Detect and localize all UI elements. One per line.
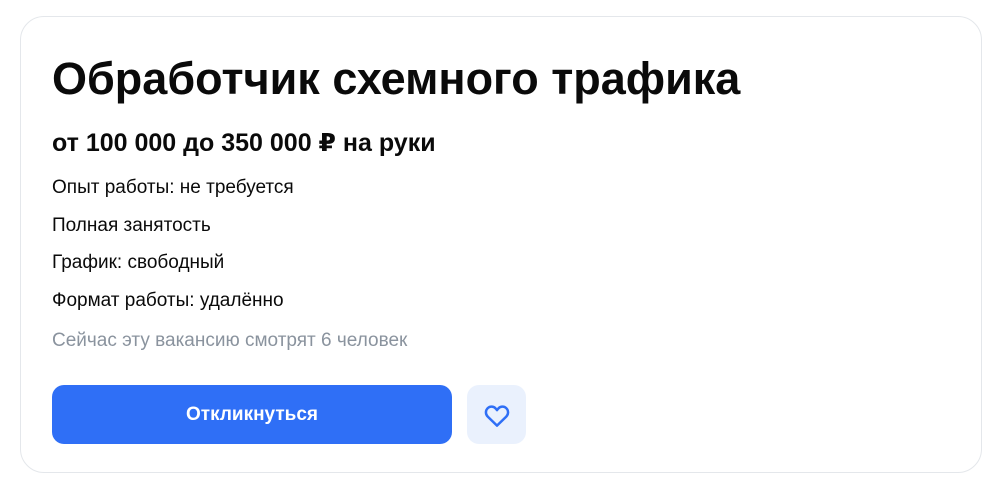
- vacancy-title: Обработчик схемного трафика: [52, 53, 741, 104]
- employment-info: Полная занятость: [52, 214, 211, 236]
- vacancy-card: Обработчик схемного трафика от 100 000 д…: [20, 16, 982, 473]
- salary: от 100 000 до 350 000 ₽ на руки: [52, 129, 436, 157]
- heart-icon: [482, 400, 512, 430]
- schedule-info: График: свободный: [52, 252, 225, 273]
- work-format-info: Формат работы: удалённо: [52, 289, 284, 311]
- viewers-count: Сейчас эту вакансию смотрят 6 человек: [52, 330, 408, 351]
- favorite-button[interactable]: [467, 385, 526, 444]
- vacancy-details: Опыт работы: не требуется Полная занятос…: [52, 177, 294, 327]
- apply-button[interactable]: Откликнуться: [52, 385, 452, 444]
- experience-info: Опыт работы: не требуется: [52, 177, 294, 198]
